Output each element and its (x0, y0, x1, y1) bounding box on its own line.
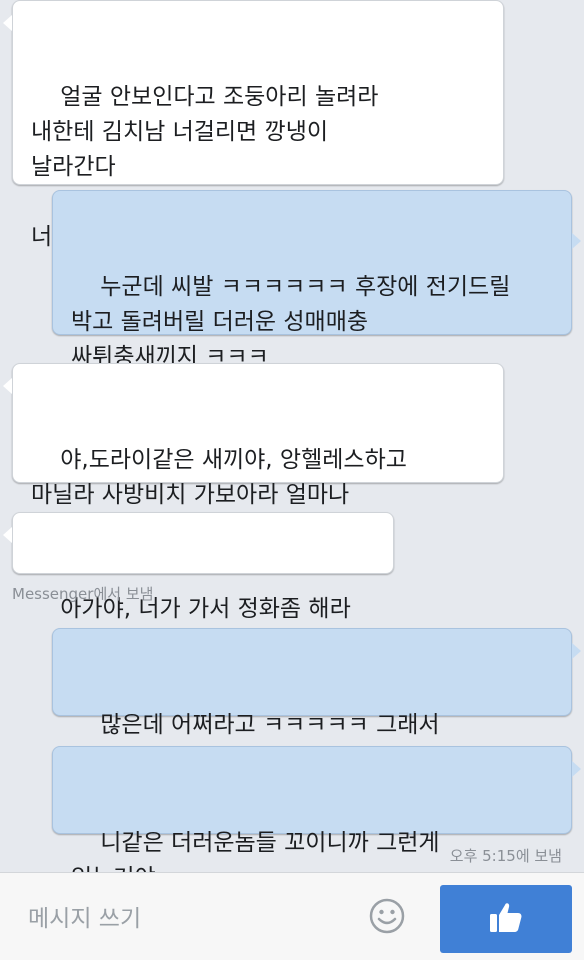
message-bubble-outgoing[interactable]: 누군데 씨발 ㅋㅋㅋㅋㅋㅋ 후장에 전기드릴 박고 돌려버릴 더러운 성매매충 … (52, 190, 581, 370)
sent-time-label: 오후 5:15에 보냄 (449, 847, 562, 865)
message-bubble-incoming[interactable]: 야,도라이같은 새끼야, 앙헬레스하고 마닐라 사방비치 가보아라 얼마나 업소… (3, 363, 504, 543)
thumbs-up-icon (486, 897, 526, 941)
message-composer: 메시지 쓰기 (0, 872, 584, 960)
like-button[interactable] (440, 885, 572, 953)
bubble-tail (3, 15, 12, 31)
message-bubble-outgoing[interactable]: 니같은 더러운놈들 꼬이니까 그런게 있는거야 (52, 746, 581, 872)
message-bubble-outgoing[interactable]: 많은데 어쩌라고 ㅋㅋㅋㅋㅋ 그래서 업소간게 정당화됨?? 미친 더러운새끼 (52, 628, 581, 773)
message-bubble-incoming[interactable]: 얼굴 안보인다고 조둥아리 놀려라 내한테 김치남 너걸리면 깡냉이 날라간다 … (3, 0, 504, 250)
bubble-tail (572, 233, 581, 249)
message-bubble-incoming[interactable]: 아가야, 너가 가서 정화좀 해라 (3, 512, 394, 622)
sent-via-label: Messenger에서 보냄 (12, 585, 154, 603)
message-thread[interactable]: 얼굴 안보인다고 조둥아리 놀려라 내한테 김치남 너걸리면 깡냉이 날라간다 … (0, 0, 584, 872)
message-input[interactable]: 메시지 쓰기 (28, 899, 141, 933)
message-text: 누군데 씨발 ㅋㅋㅋㅋㅋㅋ 후장에 전기드릴 박고 돌려버릴 더러운 성매매충 … (71, 274, 511, 370)
smiley-face-icon[interactable] (368, 897, 406, 935)
bubble-tail (572, 643, 581, 659)
bubble-tail (572, 761, 581, 777)
bubble-tail (3, 527, 12, 543)
message-text: 니같은 더러운놈들 꼬이니까 그런게 있는거야 (71, 830, 440, 872)
bubble-tail (3, 378, 12, 394)
